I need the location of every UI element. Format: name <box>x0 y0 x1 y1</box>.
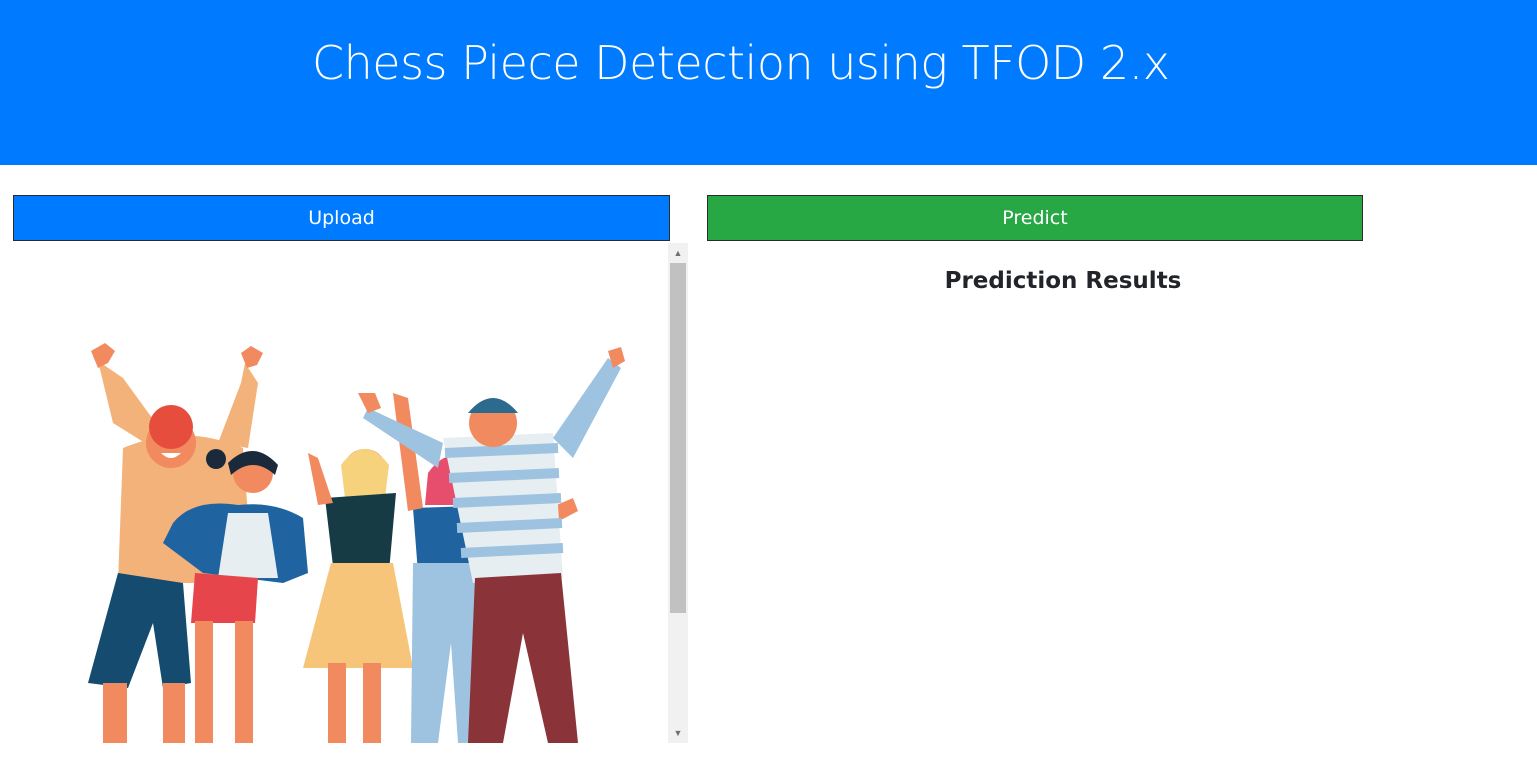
person-3-figure <box>303 449 413 743</box>
image-scrollbar[interactable]: ▲ ▼ <box>668 243 688 743</box>
page-title: Chess Piece Detection using TFOD 2.x <box>312 36 1170 90</box>
scroll-up-icon[interactable]: ▲ <box>668 243 688 263</box>
header-banner: Chess Piece Detection using TFOD 2.x <box>0 0 1537 165</box>
uploaded-image-panel[interactable]: ▲ ▼ <box>13 243 688 743</box>
uploaded-image <box>13 243 668 743</box>
prediction-results-heading: Prediction Results <box>944 268 1182 294</box>
scroll-down-icon[interactable]: ▼ <box>668 723 688 743</box>
predict-button[interactable]: Predict <box>707 195 1363 241</box>
scrollbar-thumb[interactable] <box>670 263 686 613</box>
upload-button[interactable]: Upload <box>13 195 670 241</box>
